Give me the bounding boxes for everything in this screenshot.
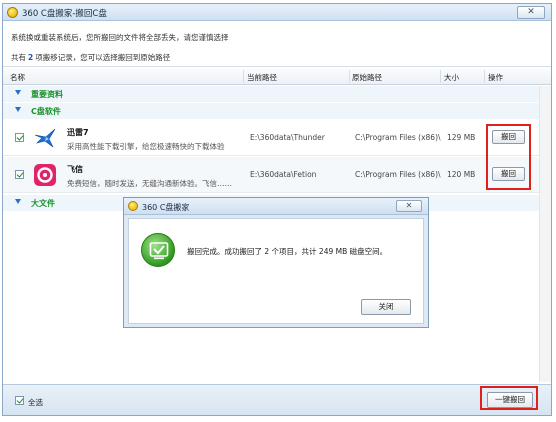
app-logo-icon [128, 201, 138, 211]
app-name: 迅雷7 [67, 128, 89, 137]
group-label: 大文件 [31, 199, 55, 208]
row-checkbox[interactable] [15, 133, 24, 142]
window-title: 360 C盘搬家-搬回C盘 [22, 9, 107, 19]
bottom-bar: 全选 一键搬回 [3, 384, 551, 415]
select-all-label[interactable]: 全选 [28, 397, 43, 408]
dialog-close-button[interactable]: ✕ [396, 200, 422, 212]
success-check-icon [141, 233, 175, 267]
current-path: E:\360data\Fetion [250, 170, 317, 179]
dialog-title: 360 C盘搬家 [142, 203, 190, 212]
header-original-path[interactable]: 原始路径 [352, 72, 382, 83]
expand-arrow-icon[interactable] [15, 90, 21, 95]
file-size: 120 MB [447, 170, 476, 179]
dialog-body: 搬回完成。成功搬回了 2 个项目，共计 249 MB 磁盘空间。 关闭 [128, 218, 424, 324]
warning-text: 系统换或重装系统后，您所搬回的文件将全部丢失，请您谨慎选择 [11, 33, 229, 42]
app-name: 飞信 [67, 165, 83, 174]
select-all-checkbox[interactable] [15, 396, 24, 405]
scrollbar[interactable] [539, 86, 551, 382]
app-description: 采用高性能下载引擎，给您极速畅快的下载体验 [67, 142, 225, 151]
record-count-suffix: 项搬移记录，您可以选择搬回到原始路径 [35, 53, 171, 62]
window-close-button[interactable]: ✕ [517, 6, 545, 19]
header-size[interactable]: 大小 [444, 72, 459, 83]
dialog-close-confirm-button[interactable]: 关闭 [361, 299, 411, 315]
file-size: 129 MB [447, 133, 476, 142]
original-path: C:\Program Files (x86)\ [355, 170, 441, 179]
table-header: 名称 当前路径 原始路径 大小 操作 [3, 68, 551, 85]
thunder-bird-icon [33, 126, 57, 150]
header-separator [484, 70, 485, 83]
record-count: 2 [28, 53, 34, 62]
group-important[interactable]: 重要资料 [3, 86, 551, 102]
divider [3, 66, 551, 67]
table-row[interactable]: 迅雷7 采用高性能下载引擎，给您极速畅快的下载体验 E:\360data\Thu… [3, 120, 551, 156]
header-separator [440, 70, 441, 83]
header-separator [349, 70, 350, 83]
record-count-text: 共有 2 项搬移记录，您可以选择搬回到原始路径 [11, 52, 170, 63]
app-logo-icon [7, 7, 18, 18]
current-path: E:\360data\Thunder [250, 133, 325, 142]
original-path: C:\Program Files (x86)\ [355, 133, 441, 142]
dialog-title-bar: 360 C盘搬家 ✕ [124, 198, 428, 215]
highlight-box [486, 124, 531, 190]
highlight-box [480, 386, 538, 410]
header-action[interactable]: 操作 [488, 72, 503, 83]
title-bar: 360 C盘搬家-搬回C盘 ✕ [3, 4, 551, 21]
expand-arrow-icon[interactable] [15, 199, 21, 204]
completion-dialog: 360 C盘搬家 ✕ 搬回完成。成功搬回了 2 个项目，共计 249 MB 磁盘… [123, 197, 429, 328]
header-name[interactable]: 名称 [10, 72, 25, 83]
fetion-icon [33, 163, 57, 187]
table-row[interactable]: 飞信 免费短信，随时发送，无缝沟通新体验。飞信…… E:\360data\Fet… [3, 157, 551, 193]
group-label: 重要资料 [31, 90, 63, 99]
expand-arrow-icon[interactable] [15, 107, 21, 112]
header-separator [243, 70, 244, 83]
header-current-path[interactable]: 当前路径 [247, 72, 277, 83]
group-label: C盘软件 [31, 107, 61, 116]
group-c-software[interactable]: C盘软件 [3, 103, 551, 119]
row-checkbox[interactable] [15, 170, 24, 179]
app-description: 免费短信，随时发送，无缝沟通新体验。飞信…… [67, 179, 232, 188]
record-count-prefix: 共有 [11, 53, 26, 62]
dialog-message: 搬回完成。成功搬回了 2 个项目，共计 249 MB 磁盘空间。 [187, 247, 388, 256]
